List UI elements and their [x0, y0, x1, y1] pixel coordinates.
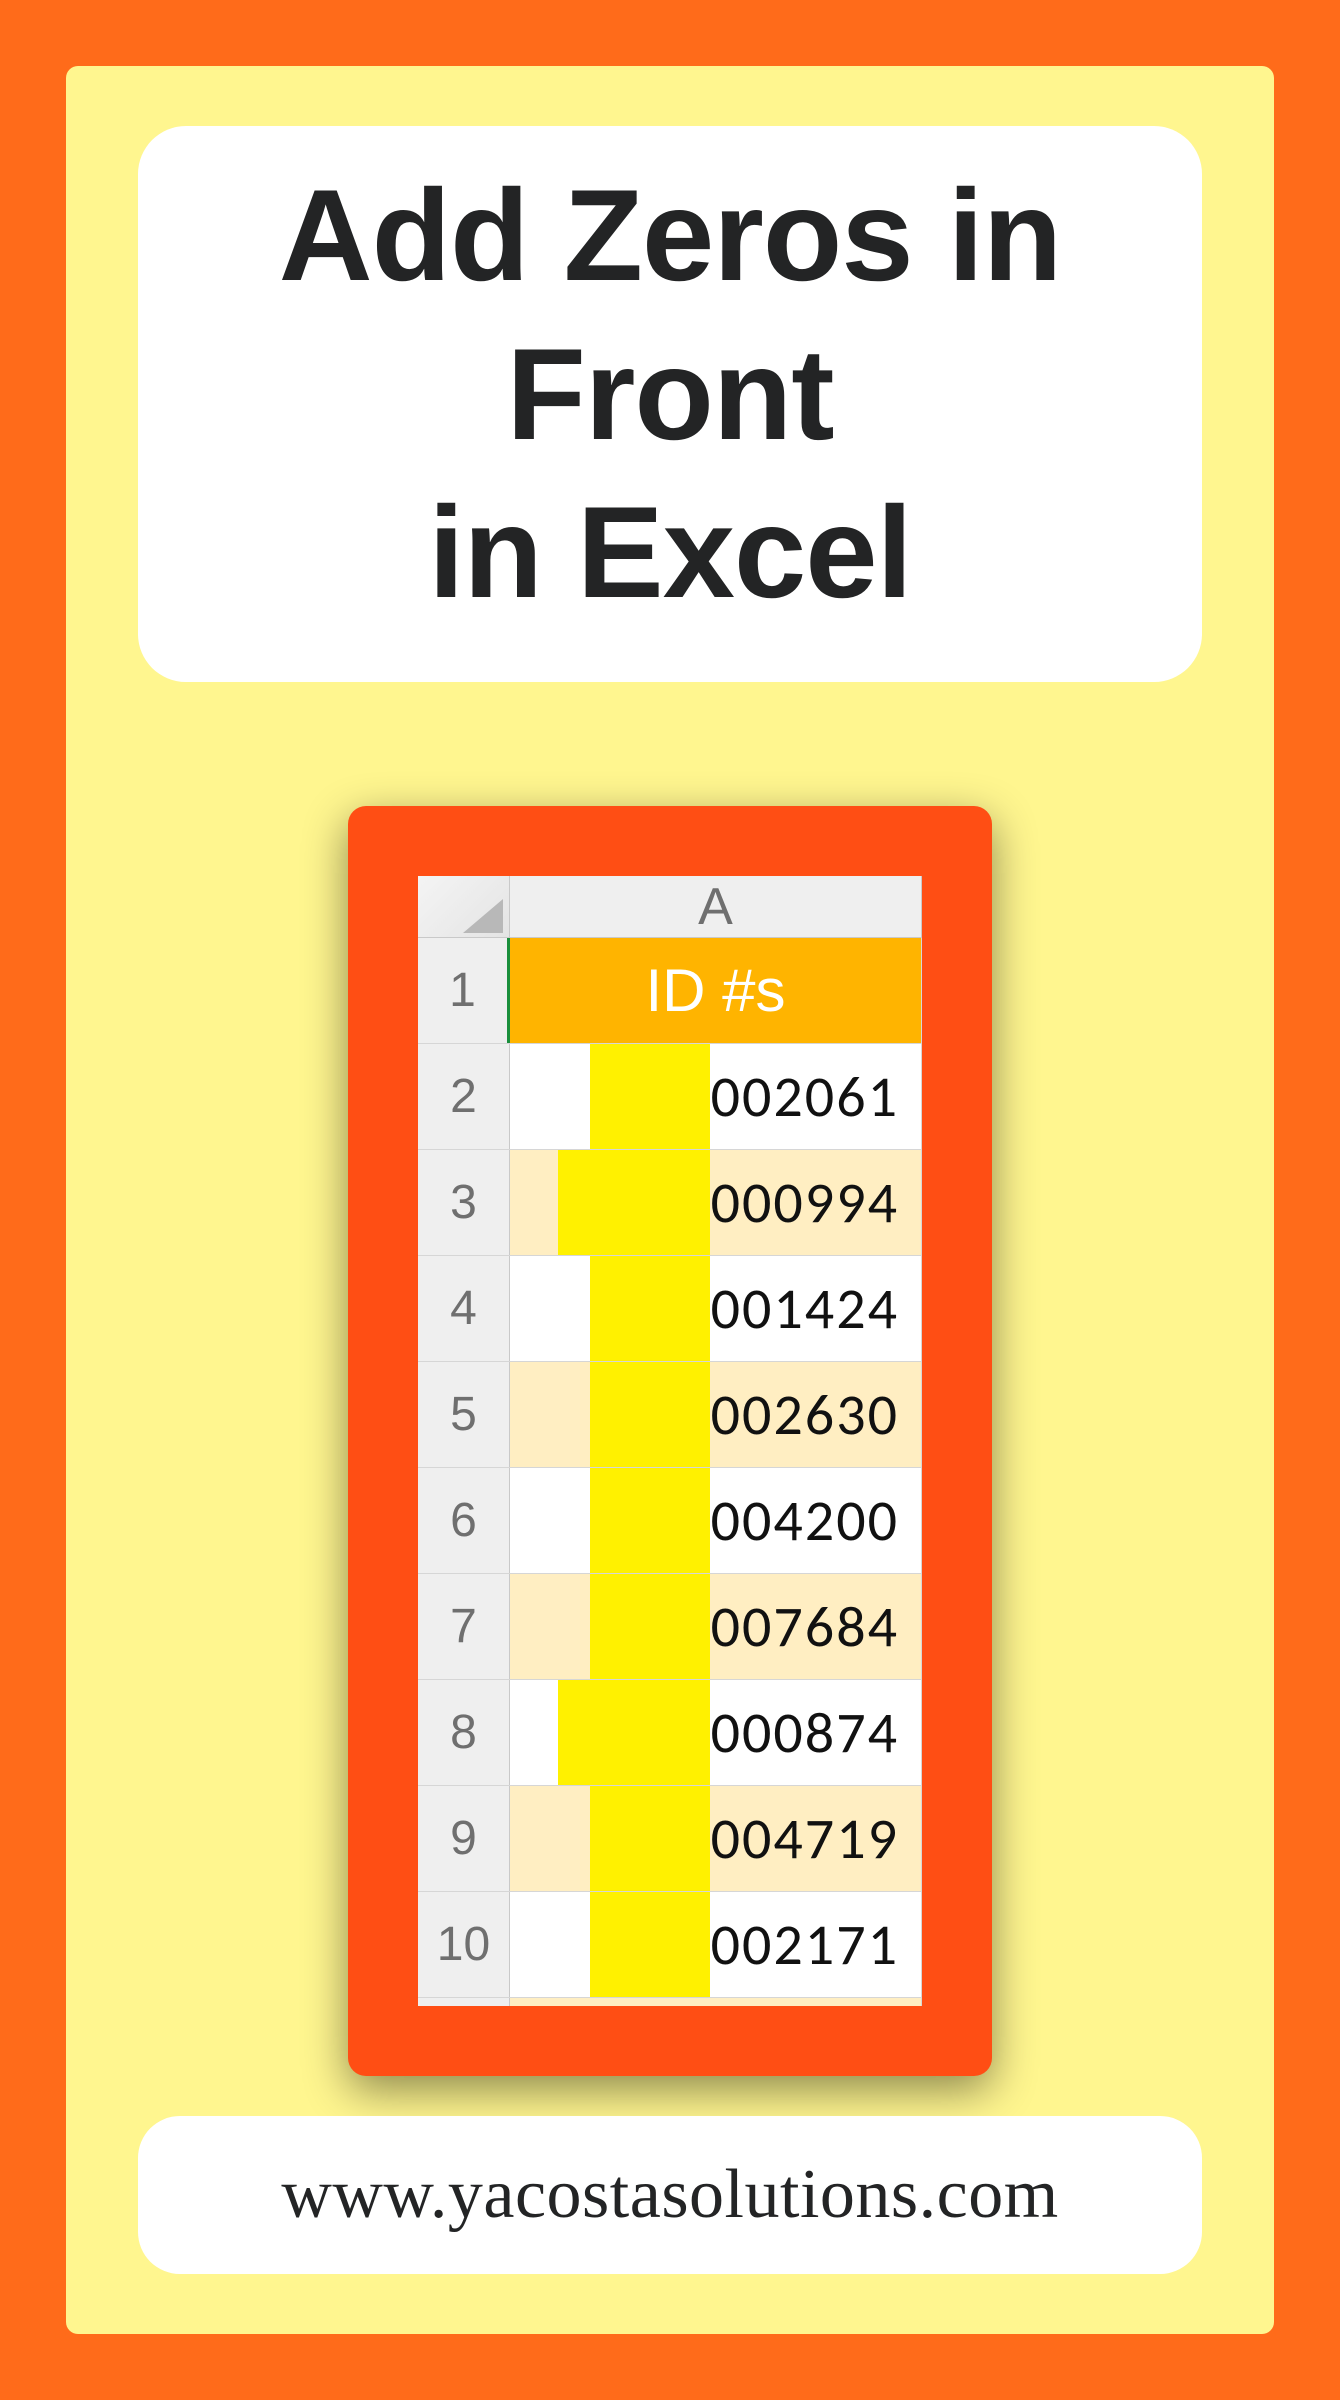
data-cell[interactable]: 002171: [510, 1892, 922, 1997]
data-cell[interactable]: 004719: [510, 1786, 922, 1891]
table-row: 7 007684: [418, 1574, 922, 1680]
cell-value: 004200: [711, 1485, 899, 1556]
select-all-triangle-icon: [463, 899, 503, 933]
footer-url: www.yacostasolutions.com: [281, 2155, 1058, 2235]
row-header[interactable]: 4: [418, 1256, 510, 1361]
row-header-1[interactable]: 1: [418, 938, 510, 1043]
data-cell[interactable]: 007684: [510, 1574, 922, 1679]
column-header-a[interactable]: A: [510, 876, 922, 937]
title-line-1: Add Zeros in: [178, 156, 1162, 315]
cell-value: 001424: [711, 1273, 899, 1344]
row-header[interactable]: 3: [418, 1150, 510, 1255]
data-cell[interactable]: 000994: [510, 1150, 922, 1255]
table-row: 3 000994: [418, 1150, 922, 1256]
table-row: 9 004719: [418, 1786, 922, 1892]
column-header-row: A: [418, 876, 922, 938]
excel-screenshot-frame: A 1 ID #s 2 002061 3: [348, 806, 992, 2076]
page-frame: Add Zeros in Front in Excel A 1 ID #s 2: [66, 66, 1274, 2334]
row-header[interactable]: 10: [418, 1892, 510, 1997]
cell-value: 002630: [711, 1379, 899, 1450]
row-header[interactable]: 5: [418, 1362, 510, 1467]
cell-value: 002171: [711, 1909, 899, 1980]
row-header[interactable]: 8: [418, 1680, 510, 1785]
table-row: 1 ID #s: [418, 938, 922, 1044]
cell-value: 002061: [711, 1061, 899, 1132]
row-header[interactable]: 2: [418, 1044, 510, 1149]
footer-card: www.yacostasolutions.com: [138, 2116, 1202, 2274]
row-header[interactable]: 6: [418, 1468, 510, 1573]
data-cell[interactable]: [510, 1998, 922, 2006]
data-cell[interactable]: 004200: [510, 1468, 922, 1573]
table-row: 6 004200: [418, 1468, 922, 1574]
cell-value: 007684: [711, 1591, 899, 1662]
row-header[interactable]: 11: [418, 1998, 510, 2006]
table-row: 8 000874: [418, 1680, 922, 1786]
row-header[interactable]: 9: [418, 1786, 510, 1891]
table-row: 5 002630: [418, 1362, 922, 1468]
title-card: Add Zeros in Front in Excel: [138, 126, 1202, 682]
spreadsheet: A 1 ID #s 2 002061 3: [418, 876, 922, 2006]
cell-value: 004719: [711, 1803, 899, 1874]
column-data-header[interactable]: ID #s: [510, 938, 922, 1043]
table-row: 11: [418, 1998, 922, 2006]
data-cell[interactable]: 002630: [510, 1362, 922, 1467]
cell-value: 000994: [711, 1167, 899, 1238]
row-header[interactable]: 7: [418, 1574, 510, 1679]
cell-value: 000874: [711, 1697, 899, 1768]
title-line-3: in Excel: [178, 473, 1162, 632]
table-row: 10 002171: [418, 1892, 922, 1998]
table-row: 4 001424: [418, 1256, 922, 1362]
data-cell[interactable]: 000874: [510, 1680, 922, 1785]
title-line-2: Front: [178, 315, 1162, 474]
data-cell[interactable]: 002061: [510, 1044, 922, 1149]
select-all-corner[interactable]: [418, 876, 510, 937]
table-row: 2 002061: [418, 1044, 922, 1150]
data-cell[interactable]: 001424: [510, 1256, 922, 1361]
